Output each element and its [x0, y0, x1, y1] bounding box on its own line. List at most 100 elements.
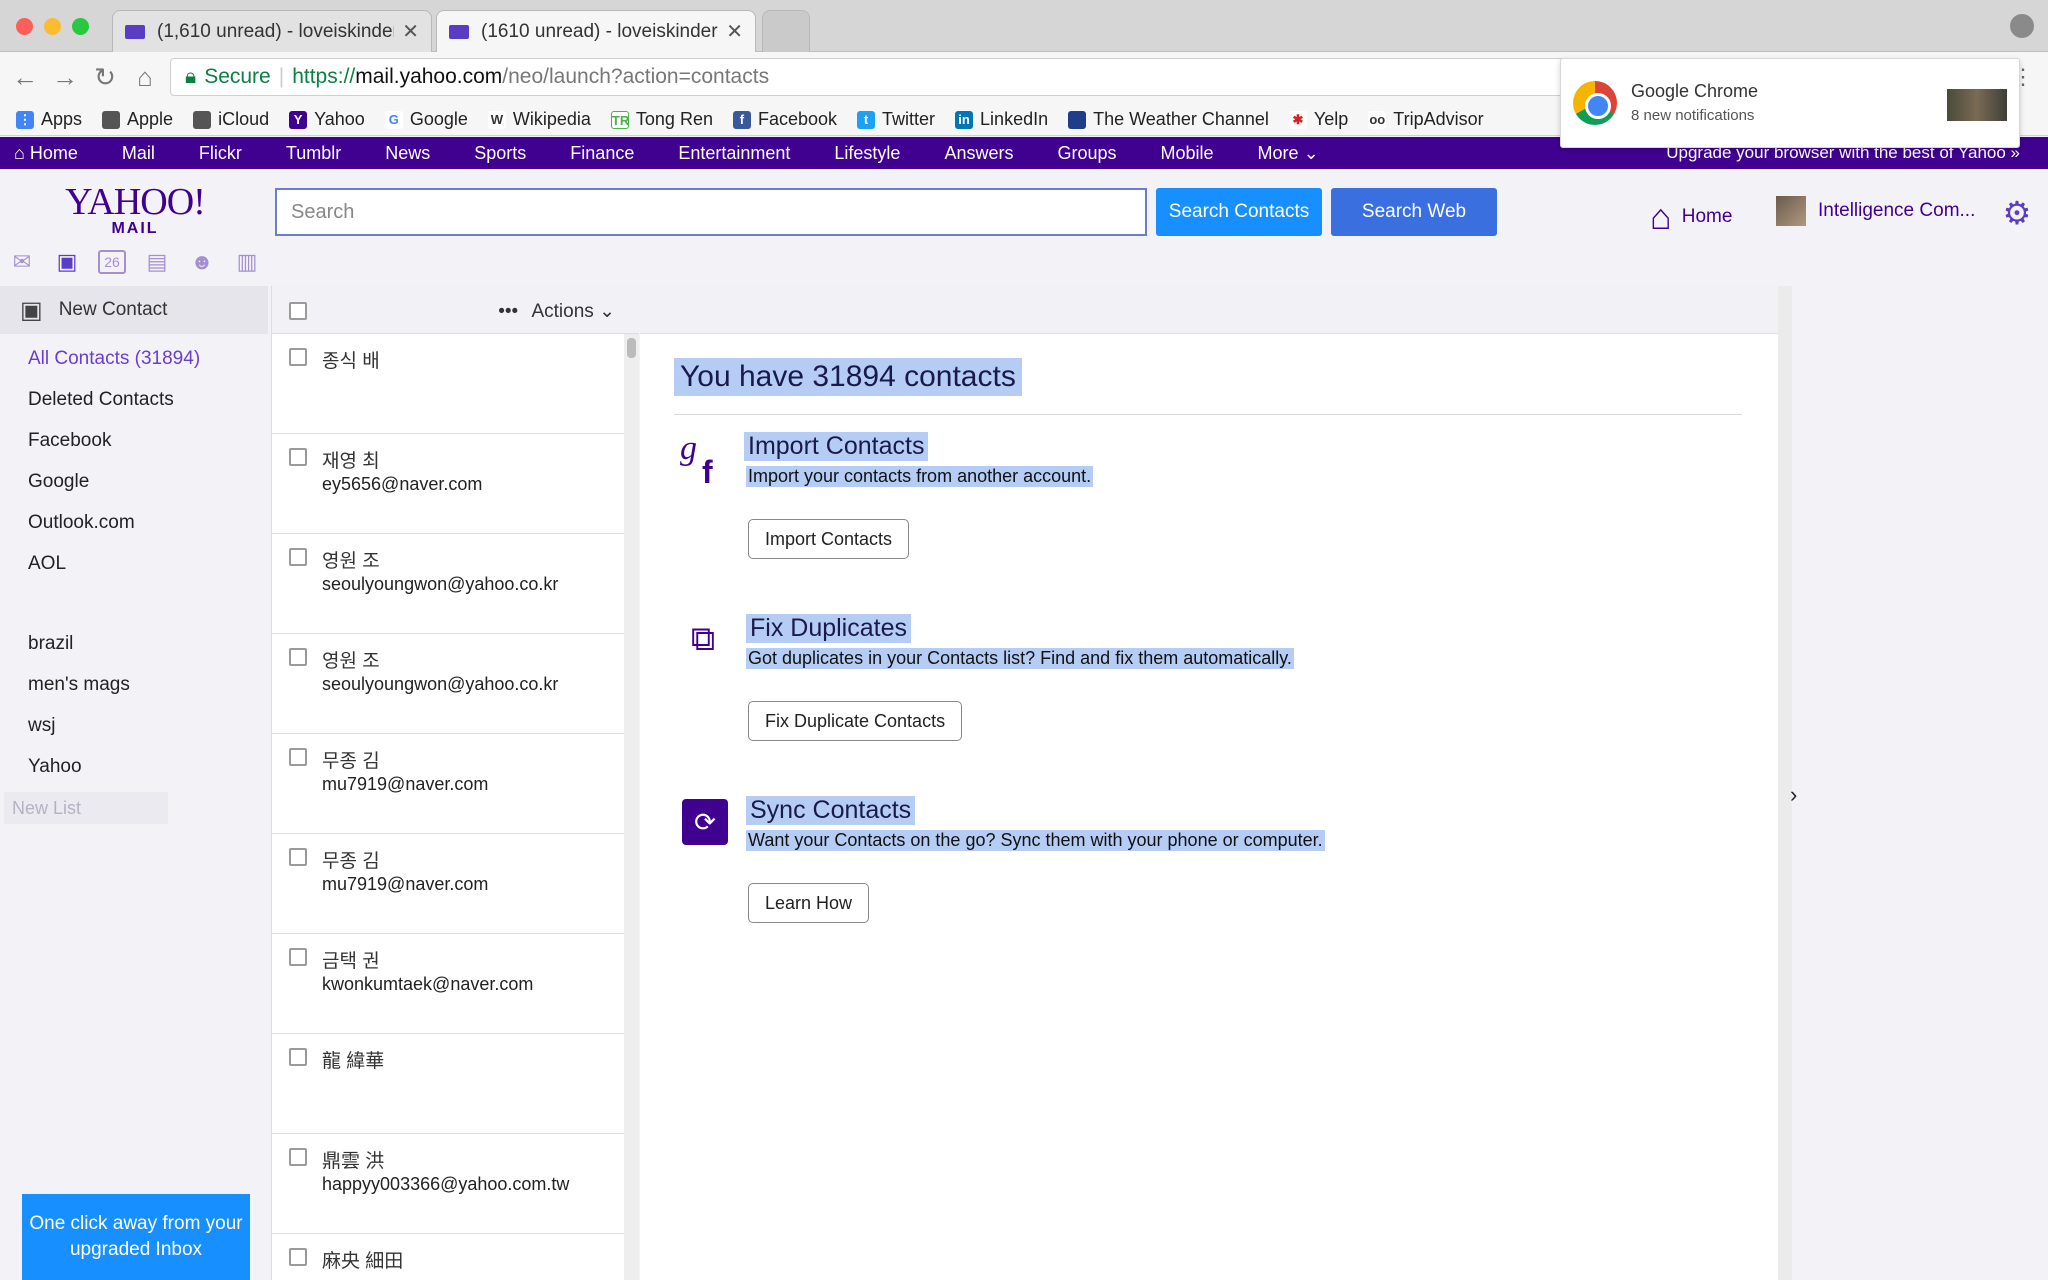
contact-email: seoulyoungwon@yahoo.co.kr: [322, 674, 559, 694]
folder-all-contacts[interactable]: All Contacts (31894): [28, 348, 200, 370]
list-item[interactable]: 무종 김 mu7919@naver.com: [272, 834, 624, 934]
header-home-link[interactable]: ⌂ Home: [1650, 196, 1732, 238]
list-item[interactable]: 종식 배: [272, 334, 624, 434]
browser-tab-2[interactable]: (1610 unread) - loveiskinder@y ✕: [436, 10, 756, 52]
list-yahoo[interactable]: Yahoo: [28, 756, 82, 778]
close-tab-icon[interactable]: ✕: [402, 19, 419, 44]
browser-tab-1[interactable]: (1,610 unread) - loveiskinder@ ✕: [112, 10, 432, 52]
nav-home[interactable]: ⌂ Home: [14, 143, 78, 164]
list-brazil[interactable]: brazil: [28, 633, 73, 655]
nav-lifestyle[interactable]: Lifestyle: [834, 143, 900, 164]
close-tab-icon[interactable]: ✕: [726, 19, 743, 44]
nav-answers[interactable]: Answers: [944, 143, 1013, 164]
list-item[interactable]: 麻央 細田: [272, 1234, 624, 1280]
minimize-window-button[interactable]: [44, 18, 61, 35]
list-item[interactable]: 재영 최 ey5656@naver.com: [272, 434, 624, 534]
bookmark-apps[interactable]: ⋮ Apps: [16, 109, 82, 130]
nav-entertainment[interactable]: Entertainment: [678, 143, 790, 164]
bookmark-weather[interactable]: The Weather Channel: [1068, 109, 1269, 130]
bookmark-yelp[interactable]: ✱ Yelp: [1288, 109, 1348, 130]
nav-more[interactable]: More ⌄: [1258, 143, 1319, 164]
import-contacts-button[interactable]: Import Contacts: [748, 519, 910, 559]
learn-how-button[interactable]: Learn How: [748, 883, 870, 923]
folder-aol[interactable]: AOL: [28, 553, 66, 575]
back-icon[interactable]: ←: [8, 60, 42, 94]
scrollbar-thumb[interactable]: [627, 338, 636, 358]
notepad-icon[interactable]: ▤: [143, 250, 171, 274]
row-checkbox[interactable]: [289, 1048, 307, 1066]
row-checkbox[interactable]: [289, 348, 307, 366]
new-contact-button[interactable]: ▣ New Contact: [0, 286, 268, 334]
calendar-icon[interactable]: 26: [98, 250, 126, 274]
list-item[interactable]: 영원 조 seoulyoungwon@yahoo.co.kr: [272, 634, 624, 734]
fix-duplicate-contacts-button[interactable]: Fix Duplicate Contacts: [748, 701, 963, 741]
forward-icon[interactable]: →: [48, 60, 82, 94]
bookmark-tripadvisor[interactable]: oo TripAdvisor: [1368, 109, 1484, 130]
bookmark-wikipedia[interactable]: W Wikipedia: [487, 109, 591, 130]
list-item[interactable]: 鼎雲 洪 happyy003366@yahoo.com.tw: [272, 1134, 624, 1234]
notification-title: Google Chrome: [1631, 81, 1759, 101]
nav-news[interactable]: News: [385, 143, 430, 164]
yahoo-mail-logo[interactable]: YAHOO! MAIL: [62, 183, 208, 238]
search-input[interactable]: [275, 188, 1147, 236]
nav-finance[interactable]: Finance: [570, 143, 634, 164]
row-checkbox[interactable]: [289, 1248, 307, 1266]
bookmark-tongren[interactable]: TR Tong Ren: [610, 109, 713, 130]
bookmark-yahoo[interactable]: Y Yahoo: [289, 109, 365, 130]
user-account-link[interactable]: Intelligence Com...: [1776, 196, 1975, 226]
new-list-input[interactable]: New List: [4, 792, 168, 824]
actions-menu[interactable]: ••• Actions ⌄: [498, 300, 615, 323]
gear-icon[interactable]: ⚙: [2000, 196, 2034, 230]
bookmark-google[interactable]: G Google: [384, 109, 468, 130]
folder-facebook[interactable]: Facebook: [28, 430, 111, 452]
home-icon[interactable]: ⌂: [128, 60, 162, 94]
chevron-right-icon[interactable]: ›: [1790, 782, 1797, 808]
list-wsj[interactable]: wsj: [28, 715, 55, 737]
list-item[interactable]: 영원 조 seoulyoungwon@yahoo.co.kr: [272, 534, 624, 634]
bookmark-linkedin[interactable]: in LinkedIn: [955, 109, 1048, 130]
upgrade-inbox-button[interactable]: One click away from your upgraded Inbox: [22, 1194, 250, 1280]
search-web-button[interactable]: Search Web: [1331, 188, 1497, 236]
close-window-button[interactable]: [16, 18, 33, 35]
mail-icon[interactable]: ✉: [8, 250, 36, 274]
new-tab-button[interactable]: [762, 10, 810, 52]
row-checkbox[interactable]: [289, 648, 307, 666]
bookmark-apple[interactable]: Apple: [102, 109, 173, 130]
contact-email: kwonkumtaek@naver.com: [322, 974, 534, 994]
folder-google[interactable]: Google: [28, 471, 89, 493]
contacts-icon[interactable]: ▣: [53, 250, 81, 274]
row-checkbox[interactable]: [289, 1148, 307, 1166]
nav-tumblr[interactable]: Tumblr: [286, 143, 341, 164]
nav-flickr[interactable]: Flickr: [199, 143, 242, 164]
list-item[interactable]: 龍 緯華: [272, 1034, 624, 1134]
row-checkbox[interactable]: [289, 548, 307, 566]
row-checkbox[interactable]: [289, 848, 307, 866]
row-checkbox[interactable]: [289, 948, 307, 966]
list-mens-mags[interactable]: men's mags: [28, 674, 130, 696]
bookmark-icloud[interactable]: iCloud: [193, 109, 269, 130]
list-item[interactable]: 금택 권 kwonkumtaek@naver.com: [272, 934, 624, 1034]
profile-icon[interactable]: [2010, 14, 2034, 38]
folder-deleted-contacts[interactable]: Deleted Contacts: [28, 389, 174, 411]
nav-mobile[interactable]: Mobile: [1161, 143, 1214, 164]
row-checkbox[interactable]: [289, 448, 307, 466]
row-checkbox[interactable]: [289, 748, 307, 766]
chrome-notification[interactable]: Google Chrome 8 new notifications: [1560, 58, 2020, 148]
nav-groups[interactable]: Groups: [1057, 143, 1116, 164]
nav-mail[interactable]: Mail: [122, 143, 155, 164]
sync-contacts-title: Sync Contacts: [746, 796, 916, 825]
list-item[interactable]: 무종 김 mu7919@naver.com: [272, 734, 624, 834]
list-scrollbar[interactable]: [624, 334, 639, 1280]
bookmark-twitter[interactable]: t Twitter: [857, 109, 935, 130]
mail-icon: [125, 24, 145, 39]
reload-icon[interactable]: ↻: [88, 60, 122, 94]
messenger-icon[interactable]: ☻: [188, 250, 216, 274]
folder-outlook[interactable]: Outlook.com: [28, 512, 135, 534]
maximize-window-button[interactable]: [72, 18, 89, 35]
address-bar[interactable]: 🔒︎ Secure | https:// mail.yahoo.com /neo…: [170, 58, 1570, 96]
newsfeed-icon[interactable]: ▥: [233, 250, 261, 274]
select-all-checkbox[interactable]: [289, 302, 307, 320]
nav-sports[interactable]: Sports: [474, 143, 526, 164]
search-contacts-button[interactable]: Search Contacts: [1156, 188, 1322, 236]
bookmark-facebook[interactable]: f Facebook: [732, 109, 837, 130]
